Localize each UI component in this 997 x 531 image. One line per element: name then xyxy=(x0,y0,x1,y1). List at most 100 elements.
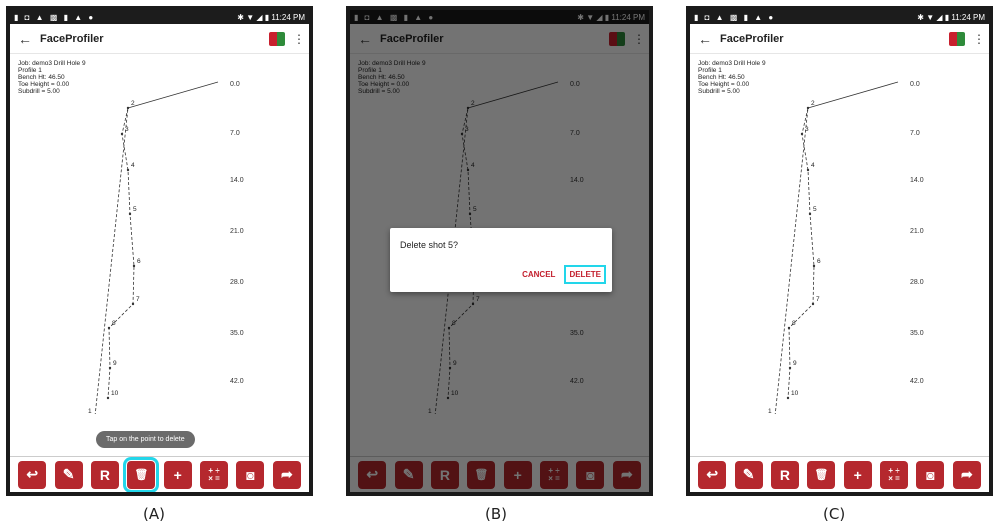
app-bar: ← FaceProfiler ⋮ xyxy=(690,24,989,54)
point-label: 8 xyxy=(792,320,796,327)
edit-button[interactable]: ✎ xyxy=(734,460,763,489)
more-vert-icon[interactable]: ⋮ xyxy=(973,32,985,46)
calc-bottom-label: × = xyxy=(208,473,220,483)
profile-point xyxy=(131,302,135,306)
screen-c: ▮ ◘ ▲ ▩ ▮ ▲ ● ✱ ▼ ◢ ▮ 11:24 PM ← FacePro… xyxy=(690,10,989,492)
camera-button[interactable]: ◙ xyxy=(236,460,265,489)
point-label: 3 xyxy=(125,126,129,133)
undo-button[interactable]: ↩ xyxy=(18,460,47,489)
depth-label: 0.0 xyxy=(230,81,240,88)
phone-panel-c: ▮ ◘ ▲ ▩ ▮ ▲ ● ✱ ▼ ◢ ▮ 11:24 PM ← FacePro… xyxy=(686,6,993,496)
depth-label: 21.0 xyxy=(230,228,244,235)
profile-point xyxy=(808,212,812,216)
crest-line xyxy=(807,81,899,109)
point-label: 4 xyxy=(811,162,815,169)
profile-point xyxy=(786,396,790,400)
profile-svg: 0.07.014.021.028.035.042.046.51234567891… xyxy=(768,81,924,414)
status-icons-right: ✱ ▼ ◢ ▮ 11:24 PM xyxy=(917,12,985,22)
point-label: 10 xyxy=(111,390,119,397)
point-label: 5 xyxy=(133,206,137,213)
confirm-delete-button[interactable]: DELETE xyxy=(564,265,606,284)
profile-point xyxy=(126,106,130,110)
point-label: 6 xyxy=(137,258,141,265)
status-icons-left: ▮ ◘ ▲ ▩ ▮ ▲ ● xyxy=(14,12,96,22)
profile-plot[interactable]: 0.07.014.021.028.035.042.046.51234567891… xyxy=(10,54,309,414)
trash-icon: 🗑 xyxy=(134,469,149,481)
back-arrow-icon[interactable]: ← xyxy=(18,31,40,47)
edit-button[interactable]: ✎ xyxy=(54,460,83,489)
profile-point xyxy=(128,212,132,216)
profile-plot[interactable]: 0.07.014.021.028.035.042.046.51234567891… xyxy=(690,54,989,414)
back-arrow-icon[interactable]: ← xyxy=(698,31,720,47)
share-button[interactable]: ➦ xyxy=(272,460,301,489)
phone-panel-b: ▮ ◘ ▲ ▩ ▮ ▲ ● ✱ ▼ ◢ ▮ 11:24 PM ← FacePro… xyxy=(346,6,653,496)
crest-line xyxy=(127,81,219,109)
calculator-button[interactable]: + ÷× = xyxy=(880,460,909,489)
depth-label: 35.0 xyxy=(230,330,244,337)
profile-point xyxy=(108,366,112,370)
point-label: 9 xyxy=(113,360,117,367)
undo-button[interactable]: ↩ xyxy=(698,460,727,489)
depth-label: 14.0 xyxy=(910,177,924,184)
r-button[interactable]: R xyxy=(90,460,119,489)
delete-dialog: Delete shot 5? CANCEL DELETE xyxy=(390,228,612,292)
depth-label: 21.0 xyxy=(910,228,924,235)
depth-label: 7.0 xyxy=(230,130,240,137)
point-label: 2 xyxy=(131,100,135,107)
profile-point xyxy=(106,396,110,400)
profile-point xyxy=(806,168,810,172)
point-label: 1 xyxy=(768,408,772,414)
bottom-toolbar: ↩ ✎ R 🗑 + + ÷× = ◙ ➦ xyxy=(10,456,309,492)
app-logo-icon[interactable] xyxy=(949,31,965,46)
profile-point xyxy=(811,302,815,306)
add-button[interactable]: + xyxy=(843,460,872,489)
profile-line xyxy=(94,107,135,414)
profile-svg: 0.07.014.021.028.035.042.046.51234567891… xyxy=(88,81,244,414)
depth-label: 28.0 xyxy=(230,279,244,286)
dialog-actions: CANCEL DELETE xyxy=(519,265,606,284)
calc-bottom-label: × = xyxy=(888,473,900,483)
status-bar: ▮ ◘ ▲ ▩ ▮ ▲ ● ✱ ▼ ◢ ▮ 11:24 PM xyxy=(10,10,309,24)
status-bar: ▮ ◘ ▲ ▩ ▮ ▲ ● ✱ ▼ ◢ ▮ 11:24 PM xyxy=(690,10,989,24)
calculator-button[interactable]: + ÷× = xyxy=(200,460,229,489)
profile-line xyxy=(774,107,815,414)
r-button[interactable]: R xyxy=(770,460,799,489)
trash-icon: 🗑 xyxy=(814,469,829,481)
profile-point xyxy=(132,264,136,268)
point-label: 9 xyxy=(793,360,797,367)
point-label: 3 xyxy=(805,126,809,133)
dialog-message: Delete shot 5? xyxy=(400,240,459,250)
toast-message: Tap on the point to delete xyxy=(96,431,195,448)
more-vert-icon[interactable]: ⋮ xyxy=(293,32,305,46)
profile-point xyxy=(788,366,792,370)
depth-label: 0.0 xyxy=(910,81,920,88)
depth-label: 28.0 xyxy=(910,279,924,286)
depth-label: 35.0 xyxy=(910,330,924,337)
app-bar: ← FaceProfiler ⋮ xyxy=(10,24,309,54)
app-logo-icon[interactable] xyxy=(269,31,285,46)
bottom-toolbar: ↩ ✎ R 🗑 + + ÷× = ◙ ➦ xyxy=(690,456,989,492)
point-label: 6 xyxy=(817,258,821,265)
caption-a: (A) xyxy=(143,505,165,523)
profile-point xyxy=(120,132,124,136)
screen-b: ▮ ◘ ▲ ▩ ▮ ▲ ● ✱ ▼ ◢ ▮ 11:24 PM ← FacePro… xyxy=(350,10,649,492)
delete-button[interactable]: 🗑 xyxy=(123,456,160,492)
share-button[interactable]: ➦ xyxy=(952,460,981,489)
status-icons-left: ▮ ◘ ▲ ▩ ▮ ▲ ● xyxy=(694,12,776,22)
point-label: 5 xyxy=(813,206,817,213)
delete-button[interactable]: 🗑 xyxy=(807,460,836,489)
depth-label: 42.0 xyxy=(910,378,924,385)
app-title: FaceProfiler xyxy=(40,32,104,45)
cancel-button[interactable]: CANCEL xyxy=(519,267,558,282)
add-button[interactable]: + xyxy=(163,460,192,489)
profile-point xyxy=(126,168,130,172)
screen-a: ▮ ◘ ▲ ▩ ▮ ▲ ● ✱ ▼ ◢ ▮ 11:24 PM ← FacePro… xyxy=(10,10,309,492)
depth-label: 42.0 xyxy=(230,378,244,385)
point-label: 7 xyxy=(816,296,820,303)
camera-button[interactable]: ◙ xyxy=(916,460,945,489)
profile-point xyxy=(800,132,804,136)
caption-b: (B) xyxy=(485,505,507,523)
phone-panel-a: ▮ ◘ ▲ ▩ ▮ ▲ ● ✱ ▼ ◢ ▮ 11:24 PM ← FacePro… xyxy=(6,6,313,496)
profile-point xyxy=(107,326,111,330)
point-label: 1 xyxy=(88,408,92,414)
